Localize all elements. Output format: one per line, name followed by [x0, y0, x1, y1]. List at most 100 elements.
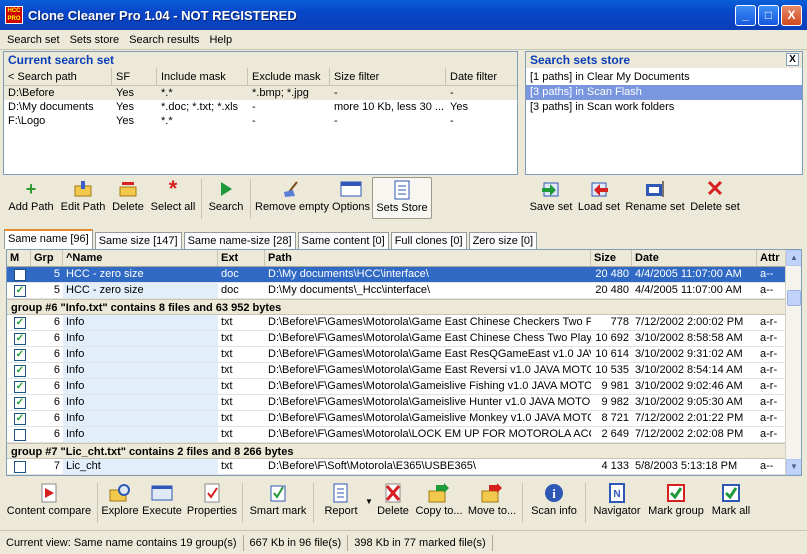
report-dropdown-arrow-icon[interactable]: ▼ — [365, 481, 373, 506]
select-all-button[interactable]: * Select all — [148, 177, 198, 219]
search-button[interactable]: Search — [205, 177, 247, 219]
remove-empty-button[interactable]: Remove empty — [254, 177, 330, 219]
table-row[interactable]: ✓ 6 Info txt D:\Before\F\Games\Motorola\Game… — [7, 331, 801, 347]
smart-mark-button[interactable]: Smart mark — [246, 481, 310, 523]
checked-checkbox[interactable]: ✓ — [14, 380, 26, 393]
table-row[interactable]: 7 Lic_cht txt D:\Before\F\Soft\Motorola\E36… — [7, 459, 801, 475]
table-row[interactable]: 5 HCC - zero size doc D:\My documents\HCC\i… — [7, 267, 801, 283]
col-group[interactable]: Grp — [31, 250, 63, 266]
store-item[interactable]: [3 paths] in Scan work folders — [526, 100, 802, 115]
col-attr[interactable]: Attr — [757, 250, 785, 266]
search-set-row[interactable]: D:\Before Yes *.* *.bmp; *.jpg - - — [4, 86, 517, 100]
options-button[interactable]: Options — [330, 177, 372, 219]
edit-path-button[interactable]: Edit Path — [58, 177, 108, 219]
col-path[interactable]: Path — [265, 250, 591, 266]
col-mark[interactable]: M — [7, 250, 31, 266]
group-header[interactable]: group #6 "Info.txt" contains 8 files and… — [7, 299, 801, 315]
results-scrollbar[interactable]: ▲ ▼ — [785, 250, 801, 475]
table-row[interactable]: ✓ 5 HCC - zero size doc D:\My documents\_Hcc… — [7, 283, 801, 299]
unchecked-checkbox[interactable] — [14, 268, 26, 281]
checked-checkbox[interactable]: ✓ — [14, 396, 26, 409]
cell-size: 9 982 — [601, 396, 629, 408]
close-button[interactable]: X — [781, 5, 802, 26]
col-name[interactable]: ^Name — [63, 250, 218, 266]
cell-ext: txt — [221, 348, 233, 360]
tab-same-content[interactable]: Same content [0] — [297, 232, 389, 249]
scroll-thumb[interactable] — [787, 290, 801, 306]
delete-files-button[interactable]: Delete — [373, 481, 413, 523]
tab-same-name[interactable]: Same name [96] — [4, 229, 93, 249]
unchecked-checkbox[interactable] — [14, 428, 26, 441]
properties-button[interactable]: Properties — [185, 481, 239, 523]
mark-group-button[interactable]: Mark group — [645, 481, 707, 523]
checked-checkbox[interactable]: ✓ — [14, 364, 26, 377]
asterisk-icon: * — [168, 176, 178, 201]
checked-checkbox[interactable]: ✓ — [14, 348, 26, 361]
content-compare-button[interactable]: Content compare — [4, 481, 94, 523]
delete-set-button[interactable]: ✕ Delete set — [687, 177, 743, 219]
menu-search-results[interactable]: Search results — [125, 34, 203, 46]
delete-path-button[interactable]: Delete — [108, 177, 148, 219]
scroll-up-arrow-icon[interactable]: ▲ — [786, 250, 801, 266]
save-set-button[interactable]: Save set — [527, 177, 575, 219]
load-set-button[interactable]: Load set — [575, 177, 623, 219]
cell-group: 7 — [53, 460, 60, 472]
minimize-button[interactable]: _ — [735, 5, 756, 26]
table-row[interactable]: ✓ 6 Info txt D:\Before\F\Games\Motorola\Game… — [7, 411, 801, 427]
explore-button[interactable]: Explore — [101, 481, 139, 523]
checked-checkbox[interactable]: ✓ — [14, 284, 26, 297]
store-item[interactable]: [1 paths] in Clear My Documents — [526, 70, 802, 85]
mark-all-button[interactable]: Mark all — [707, 481, 755, 523]
table-row[interactable]: 6 Info txt D:\Before\F\Games\Motorola\LOCK … — [7, 427, 801, 443]
scroll-down-arrow-icon[interactable]: ▼ — [786, 459, 801, 475]
move-to-button[interactable]: Move to... — [465, 481, 519, 523]
tab-same-size[interactable]: Same size [147] — [94, 232, 182, 249]
maximize-button[interactable]: □ — [758, 5, 779, 26]
cell-mark: ✓ — [7, 412, 31, 425]
execute-button[interactable]: Execute — [139, 481, 185, 523]
tab-full-clones[interactable]: Full clones [0] — [390, 232, 467, 249]
add-path-button[interactable]: + Add Path — [4, 177, 58, 219]
scan-info-button[interactable]: i Scan info — [526, 481, 582, 523]
search-set-row[interactable]: F:\Logo Yes *.* - - - — [4, 114, 517, 128]
table-row[interactable]: ✓ 6 Info txt D:\Before\F\Games\Motorola\Game… — [7, 347, 801, 363]
checked-checkbox[interactable]: ✓ — [14, 316, 26, 329]
col-date[interactable]: Date — [632, 250, 757, 266]
table-row[interactable]: ✓ 6 Info txt D:\Before\F\Games\Motorola\Game… — [7, 379, 801, 395]
store-item[interactable]: [3 paths] in Scan Flash — [526, 85, 802, 100]
sets-store-button[interactable]: Sets Store — [372, 177, 432, 219]
menu-search-set[interactable]: Search set — [3, 34, 64, 46]
checked-checkbox[interactable]: ✓ — [14, 412, 26, 425]
table-row[interactable]: ✓ 6 Info txt D:\Before\F\Games\Motorola\Game… — [7, 395, 801, 411]
cell-name: Info — [63, 395, 218, 410]
col-date-filter[interactable]: Date filter — [446, 68, 517, 85]
toolbar-separator — [250, 179, 251, 219]
copy-to-button[interactable]: Copy to... — [413, 481, 465, 523]
report-button[interactable]: Report — [317, 481, 365, 523]
col-include-mask[interactable]: Include mask — [157, 68, 248, 85]
cell-sf: Yes — [116, 101, 134, 113]
menu-help[interactable]: Help — [205, 34, 236, 46]
search-set-row[interactable]: D:\My documents Yes *.doc; *.txt; *.xls … — [4, 100, 517, 114]
tab-zero-size[interactable]: Zero size [0] — [468, 232, 538, 249]
table-row[interactable]: ✓ 6 Info txt D:\Before\F\Games\Motorola\Game… — [7, 315, 801, 331]
broom-icon — [281, 179, 303, 199]
navigator-button[interactable]: N Navigator — [589, 481, 645, 523]
col-sf[interactable]: SF — [112, 68, 157, 85]
col-search-path[interactable]: < Search path — [4, 68, 112, 85]
col-exclude-mask[interactable]: Exclude mask — [248, 68, 330, 85]
col-size[interactable]: Size — [591, 250, 632, 266]
col-ext[interactable]: Ext — [218, 250, 265, 266]
table-row[interactable]: ✓ 6 Info txt D:\Before\F\Games\Motorola\Game… — [7, 363, 801, 379]
menu-sets-store[interactable]: Sets store — [66, 34, 124, 46]
rename-set-button[interactable]: Rename set — [623, 177, 687, 219]
tab-same-name-size[interactable]: Same name-size [28] — [183, 232, 296, 249]
unchecked-checkbox[interactable] — [14, 460, 26, 473]
sets-store-close-button[interactable]: X — [786, 53, 799, 66]
group-header[interactable]: group #7 "Lic_cht.txt" contains 2 files … — [7, 443, 801, 459]
cell-path: D:\My documents\HCC\interface\ — [268, 268, 429, 280]
cell-ext: txt — [221, 460, 233, 472]
checked-checkbox[interactable]: ✓ — [14, 332, 26, 345]
cell-name: Lic_cht — [63, 459, 218, 474]
col-size-filter[interactable]: Size filter — [330, 68, 446, 85]
